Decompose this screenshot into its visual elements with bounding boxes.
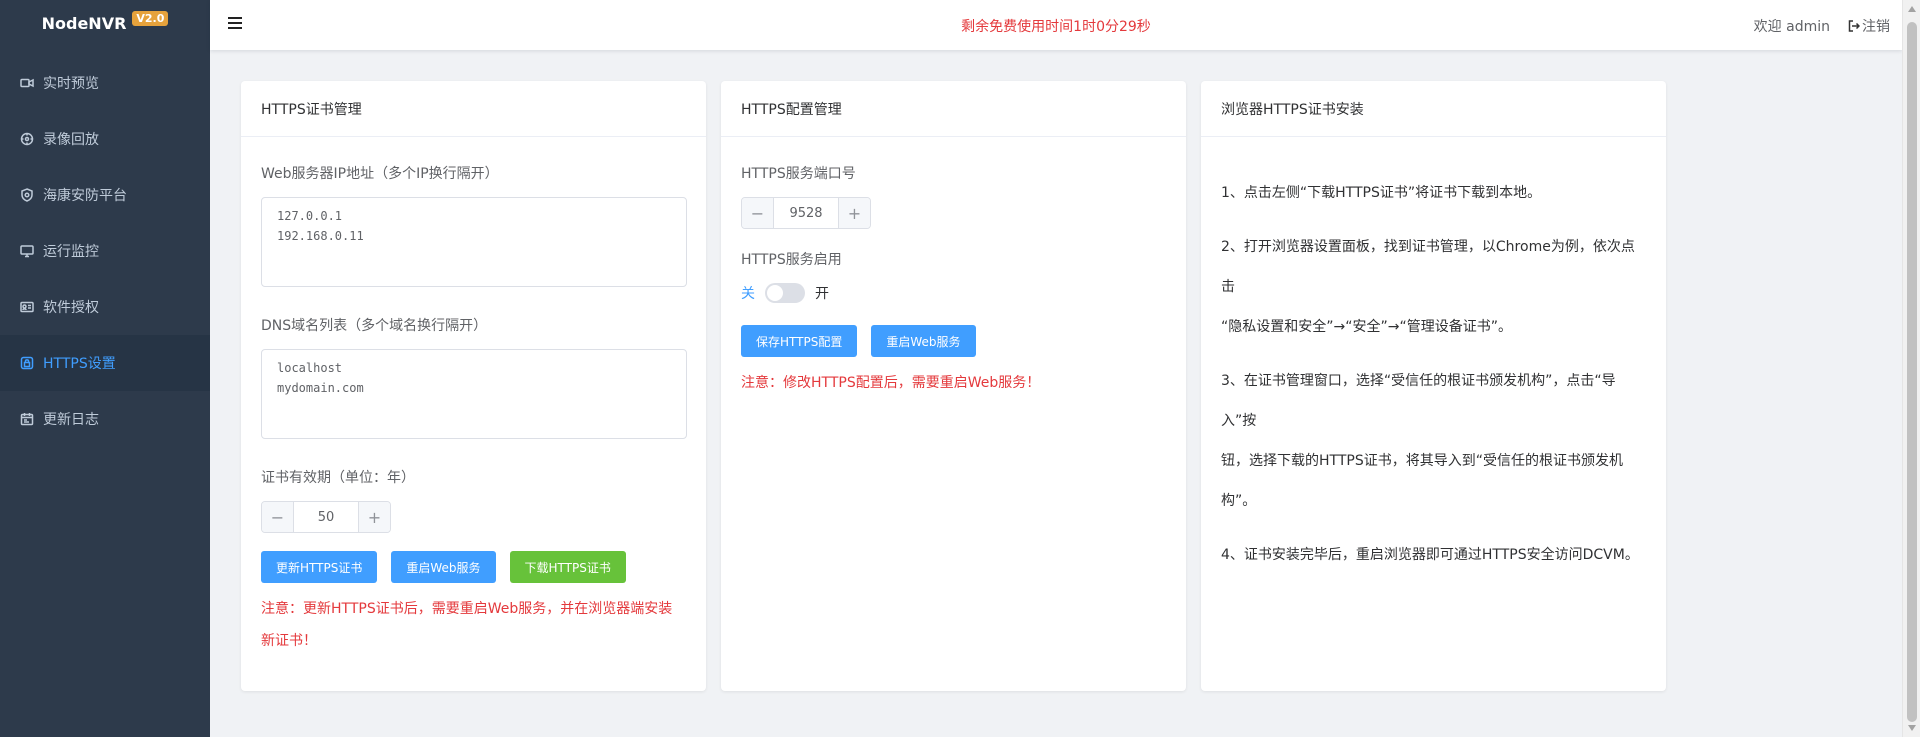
scroll-up-arrow-icon[interactable] — [1908, 6, 1916, 12]
card-title: HTTPS证书管理 — [241, 81, 706, 137]
video-camera-icon — [20, 76, 34, 90]
switch-off-label: 关 — [741, 286, 755, 302]
logout-icon — [1848, 20, 1860, 32]
port-label: HTTPS服务端口号 — [741, 166, 856, 182]
card-title: HTTPS配置管理 — [721, 81, 1186, 137]
cert-actions: 更新HTTPS证书 重启Web服务 下载HTTPS证书 — [261, 551, 686, 583]
install-step-2-line-2: “隐私设置和安全”→“安全”→“管理设备证书”。 — [1221, 319, 1512, 335]
browser-cert-install-card: 浏览器HTTPS证书安装 1、点击左侧“下载HTTPS证书”将证书下载到本地。 … — [1201, 81, 1666, 691]
page-scrollbar[interactable] — [1902, 0, 1920, 737]
install-step-2-line-1: 2、打开浏览器设置面板，找到证书管理，以Chrome为例，依次点击 — [1221, 239, 1635, 295]
decrement-button[interactable]: − — [742, 198, 774, 228]
sidebar-item-label: 软件授权 — [43, 300, 99, 316]
restart-web-button[interactable]: 重启Web服务 — [871, 325, 976, 357]
shield-icon — [20, 188, 34, 202]
restart-web-button[interactable]: 重启Web服务 — [391, 551, 496, 583]
sidebar-item-changelog[interactable]: 更新日志 — [0, 391, 210, 447]
sidebar-item-https[interactable]: HTTPS设置 — [0, 335, 210, 391]
lock-icon — [20, 356, 34, 370]
ip-label: Web服务器IP地址（多个IP换行隔开） — [261, 166, 499, 182]
sidebar-item-label: 录像回放 — [43, 132, 99, 148]
sidebar-item-monitor[interactable]: 运行监控 — [0, 223, 210, 279]
install-step-1: 1、点击左侧“下载HTTPS证书”将证书下载到本地。 — [1221, 185, 1542, 201]
sidebar-item-playback[interactable]: 录像回放 — [0, 111, 210, 167]
sidebar: NodeNVR V2.0 实时预览 录像回放 海康安防平台 运行监控 软件授权 … — [0, 0, 210, 737]
calendar-icon — [20, 412, 34, 426]
validity-value[interactable]: 50 — [294, 502, 358, 532]
sidebar-menu: 实时预览 录像回放 海康安防平台 运行监控 软件授权 HTTPS设置 更新日志 — [0, 55, 210, 447]
install-step-3-line-1: 3、在证书管理窗口，选择“受信任的根证书颁发机构”，点击“导入”按 — [1221, 373, 1616, 429]
sidebar-item-license[interactable]: 软件授权 — [0, 279, 210, 335]
enable-label: HTTPS服务启用 — [741, 252, 842, 268]
dns-textarea[interactable]: localhost mydomain.com — [261, 349, 687, 439]
port-value[interactable]: 9528 — [774, 198, 838, 228]
install-step-3-line-3: 构”。 — [1221, 493, 1257, 509]
install-step-4: 4、证书安装完毕后，重启浏览器即可通过HTTPS安全访问DCVM。 — [1221, 547, 1639, 563]
card-title: 浏览器HTTPS证书安装 — [1201, 81, 1666, 137]
decrement-button[interactable]: − — [262, 502, 294, 532]
playback-icon — [20, 132, 34, 146]
app-logo: NodeNVR V2.0 — [0, 0, 210, 46]
validity-stepper: − 50 + — [261, 501, 391, 533]
header-user-area: 欢迎 admin 注销 — [1754, 16, 1890, 36]
switch-on-label: 开 — [815, 286, 829, 302]
cert-warning-text: 注意：更新HTTPS证书后，需要重启Web服务，并在浏览器端安装新证书！ — [261, 601, 673, 649]
https-config-card: HTTPS配置管理 HTTPS服务端口号 − 9528 + HTTPS服务启用 … — [721, 81, 1186, 691]
dns-label: DNS域名列表（多个域名换行隔开） — [261, 318, 488, 334]
increment-button[interactable]: + — [838, 198, 870, 228]
install-step-3-line-2: 钮，选择下载的HTTPS证书，将其导入到“受信任的根证书颁发机 — [1221, 453, 1623, 469]
monitor-icon — [20, 244, 34, 258]
sidebar-item-live-preview[interactable]: 实时预览 — [0, 55, 210, 111]
https-enable-switch-row: 关 开 — [741, 283, 1166, 303]
sidebar-item-label: 更新日志 — [43, 412, 99, 428]
config-actions: 保存HTTPS配置 重启Web服务 — [741, 325, 1166, 357]
port-stepper: − 9528 + — [741, 197, 871, 229]
trial-remaining-text: 剩余免费使用时间1时0分29秒 — [961, 19, 1151, 35]
update-cert-button[interactable]: 更新HTTPS证书 — [261, 551, 378, 583]
logout-label: 注销 — [1862, 19, 1890, 35]
license-card-icon — [20, 300, 34, 314]
app-name: NodeNVR — [41, 13, 127, 33]
save-config-button[interactable]: 保存HTTPS配置 — [741, 325, 858, 357]
sidebar-item-label: HTTPS设置 — [43, 356, 116, 372]
https-enable-toggle[interactable] — [765, 283, 805, 303]
sidebar-item-label: 运行监控 — [43, 244, 99, 260]
top-header: 剩余免费使用时间1时0分29秒 欢迎 admin 注销 — [210, 0, 1902, 50]
increment-button[interactable]: + — [358, 502, 390, 532]
validity-label: 证书有效期（单位：年） — [261, 470, 415, 486]
version-badge: V2.0 — [132, 10, 169, 26]
cert-management-card: HTTPS证书管理 Web服务器IP地址（多个IP换行隔开） 127.0.0.1… — [241, 81, 706, 691]
sidebar-item-hikvision[interactable]: 海康安防平台 — [0, 167, 210, 223]
download-cert-button[interactable]: 下载HTTPS证书 — [509, 551, 626, 583]
config-warning-text: 注意：修改HTTPS配置后，需要重启Web服务！ — [741, 375, 1041, 391]
ip-textarea[interactable]: 127.0.0.1 192.168.0.11 — [261, 197, 687, 287]
scroll-down-arrow-icon[interactable] — [1908, 725, 1916, 731]
scrollbar-thumb[interactable] — [1907, 22, 1917, 722]
logout-button[interactable]: 注销 — [1848, 16, 1890, 36]
sidebar-item-label: 实时预览 — [43, 76, 99, 92]
welcome-text: 欢迎 admin — [1753, 19, 1830, 35]
sidebar-item-label: 海康安防平台 — [43, 188, 127, 204]
